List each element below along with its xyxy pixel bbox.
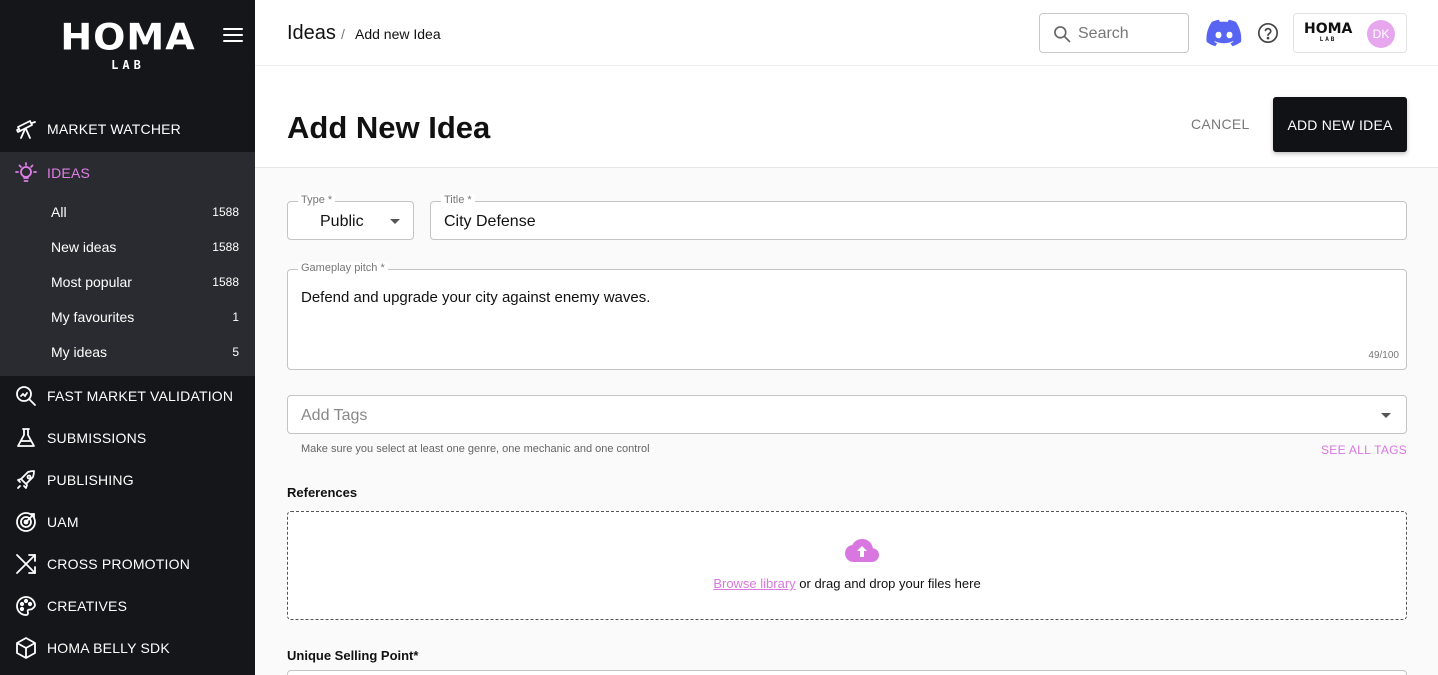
- count-badge: 5: [232, 345, 239, 359]
- add-new-idea-button[interactable]: ADD NEW IDEA: [1273, 97, 1407, 152]
- nav-homa-belly-sdk[interactable]: HOMA BELLY SDK: [0, 627, 255, 669]
- homa-lab-mini-logo: HOMA LAB: [1304, 21, 1353, 43]
- usp-field[interactable]: [287, 670, 1407, 675]
- page-title: Add New Idea: [287, 110, 491, 145]
- cube-icon: [16, 637, 36, 659]
- nav-ideas[interactable]: IDEAS: [0, 152, 255, 194]
- count-badge: 1588: [212, 275, 239, 289]
- ideas-submenu: All 1588 New ideas 1588 Most popular 158…: [0, 194, 255, 376]
- see-all-tags-link[interactable]: SEE ALL TAGS: [1321, 443, 1407, 457]
- tags-placeholder: Add Tags: [301, 407, 368, 424]
- breadcrumb-current: Add new Idea: [355, 26, 441, 42]
- ideas-sub-new[interactable]: New ideas 1588: [0, 229, 255, 264]
- tags-helper-text: Make sure you select at least one genre,…: [301, 443, 650, 455]
- ideas-sub-favourites[interactable]: My favourites 1: [0, 299, 255, 334]
- flask-icon: [17, 428, 35, 447]
- nav-uam[interactable]: UAM: [0, 501, 255, 543]
- references-label: References: [287, 485, 358, 500]
- usp-label: Unique Selling Point*: [287, 648, 419, 663]
- title-value: City Defense: [444, 213, 536, 230]
- cancel-button[interactable]: CANCEL: [1191, 116, 1250, 132]
- shuffle-icon: [16, 554, 36, 574]
- pitch-value: Defend and upgrade your city against ene…: [301, 289, 651, 306]
- ideas-sub-all[interactable]: All 1588: [0, 194, 255, 229]
- telescope-icon: [16, 120, 36, 139]
- help-icon[interactable]: [1257, 22, 1279, 44]
- target-icon: [16, 512, 36, 532]
- top-header: Ideas / Add new Idea HOMA LAB DK: [255, 0, 1438, 66]
- rocket-icon: [17, 470, 35, 489]
- pitch-char-counter: 49/100: [1368, 350, 1399, 361]
- palette-icon: [16, 596, 36, 616]
- homa-lab-logo[interactable]: HOMA LAB: [58, 18, 198, 74]
- avatar[interactable]: DK: [1367, 20, 1395, 48]
- caret-down-icon: [1381, 413, 1391, 418]
- ideas-sub-mine[interactable]: My ideas 5: [0, 334, 255, 369]
- gameplay-pitch-field[interactable]: Gameplay pitch * Defend and upgrade your…: [287, 262, 1407, 370]
- page-header: Add New Idea CANCEL ADD NEW IDEA: [255, 66, 1438, 168]
- nav-cross-promotion[interactable]: CROSS PROMOTION: [0, 543, 255, 585]
- nav-creatives[interactable]: CREATIVES: [0, 585, 255, 627]
- search-input[interactable]: [1078, 22, 1182, 46]
- sidebar: HOMA LAB MARKET WATCHER IDEAS All 1588 N…: [0, 0, 255, 675]
- count-badge: 1588: [212, 240, 239, 254]
- dropzone-text: Browse library or drag and drop your fil…: [713, 576, 981, 591]
- search-icon: [1054, 26, 1071, 43]
- breadcrumb-ideas[interactable]: Ideas: [287, 22, 336, 45]
- hamburger-menu-icon[interactable]: [223, 28, 243, 44]
- count-badge: 1588: [212, 205, 239, 219]
- magnifier-chart-icon: [16, 386, 36, 406]
- references-dropzone[interactable]: Browse library or drag and drop your fil…: [287, 511, 1407, 620]
- ideas-sub-popular[interactable]: Most popular 1588: [0, 264, 255, 299]
- nav-submissions[interactable]: SUBMISSIONS: [0, 417, 255, 459]
- caret-down-icon: [390, 219, 400, 224]
- cloud-upload-icon: [845, 539, 879, 562]
- title-field[interactable]: Title * City Defense: [430, 194, 1407, 240]
- discord-icon[interactable]: [1206, 18, 1242, 48]
- lightbulb-icon: [15, 162, 37, 182]
- search-box[interactable]: [1039, 13, 1189, 53]
- nav-publishing[interactable]: PUBLISHING: [0, 459, 255, 501]
- breadcrumb-separator: /: [341, 26, 345, 42]
- count-badge: 1: [232, 310, 239, 324]
- tags-select[interactable]: Add Tags: [287, 395, 1407, 434]
- type-select[interactable]: Type * Public: [287, 194, 414, 240]
- browse-library-link[interactable]: Browse library: [713, 576, 795, 591]
- type-value: Public: [320, 213, 364, 230]
- nav-market-watcher[interactable]: MARKET WATCHER: [0, 108, 255, 150]
- account-menu[interactable]: HOMA LAB DK: [1293, 13, 1407, 53]
- nav-fast-market-validation[interactable]: FAST MARKET VALIDATION: [0, 375, 255, 417]
